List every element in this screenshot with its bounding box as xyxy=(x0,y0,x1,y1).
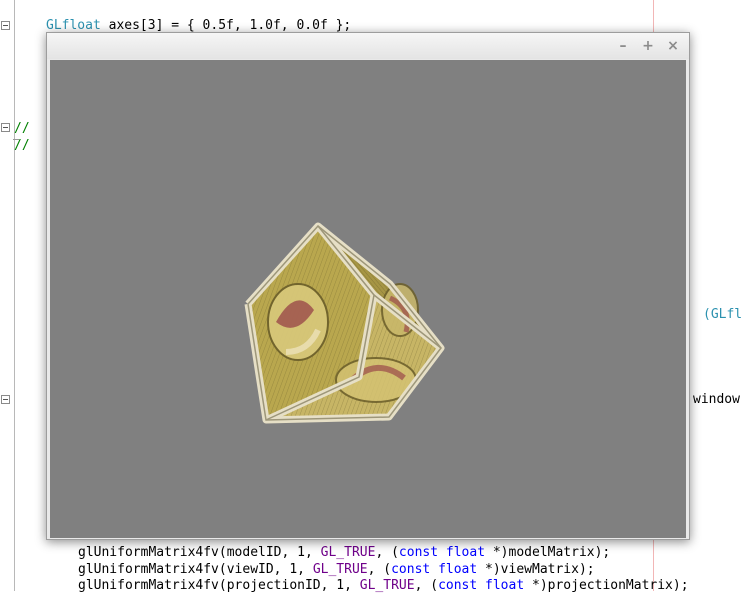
minimize-button[interactable]: – xyxy=(614,37,632,55)
code-fragment-glfloat[interactable]: (GLfl xyxy=(703,307,742,323)
code-token: , ( xyxy=(367,562,392,577)
fold-collapse-icon[interactable] xyxy=(1,123,10,132)
code-token: axes[3] = { 0.5f, 1.0f, 0.0f }; xyxy=(100,18,352,33)
window-titlebar[interactable]: – + × xyxy=(47,33,689,59)
close-button[interactable]: × xyxy=(664,37,682,55)
code-token: *)modelMatrix); xyxy=(485,545,611,560)
code-line-projection-matrix[interactable]: glUniformMatrix4fv(projectionID, 1, GL_T… xyxy=(78,578,689,594)
code-token: (viewID, 1, xyxy=(218,562,313,577)
fold-collapse-icon[interactable] xyxy=(1,395,10,404)
maximize-button[interactable]: + xyxy=(639,37,657,55)
keyword-token: const xyxy=(391,562,431,577)
gl-window[interactable]: – + × xyxy=(46,32,690,540)
macro-token: GL_TRUE xyxy=(320,545,376,560)
gl-viewport[interactable] xyxy=(50,60,686,538)
fold-collapse-icon[interactable] xyxy=(1,21,10,30)
keyword-token: float xyxy=(438,562,478,577)
code-token: (modelID, 1, xyxy=(218,545,321,560)
crate-cube xyxy=(244,222,445,424)
function-token: glUniformMatrix4fv xyxy=(78,562,219,577)
code-fragment-window[interactable]: window xyxy=(693,392,740,408)
gutter-line xyxy=(14,0,15,591)
code-line-model-matrix[interactable]: glUniformMatrix4fv(modelID, 1, GL_TRUE, … xyxy=(78,545,610,561)
comment-line[interactable]: // xyxy=(14,121,30,137)
macro-token: GL_TRUE xyxy=(312,562,368,577)
code-token: *)viewMatrix); xyxy=(477,562,595,577)
comment-line[interactable]: // xyxy=(14,138,30,154)
keyword-token: const xyxy=(398,545,439,560)
type-token: GLfloat xyxy=(46,18,101,33)
code-line-view-matrix[interactable]: glUniformMatrix4fv(viewID, 1, GL_TRUE, (… xyxy=(78,562,595,578)
code-token: , ( xyxy=(375,545,399,560)
function-token: glUniformMatrix4fv xyxy=(78,545,219,560)
keyword-token: float xyxy=(445,545,486,560)
